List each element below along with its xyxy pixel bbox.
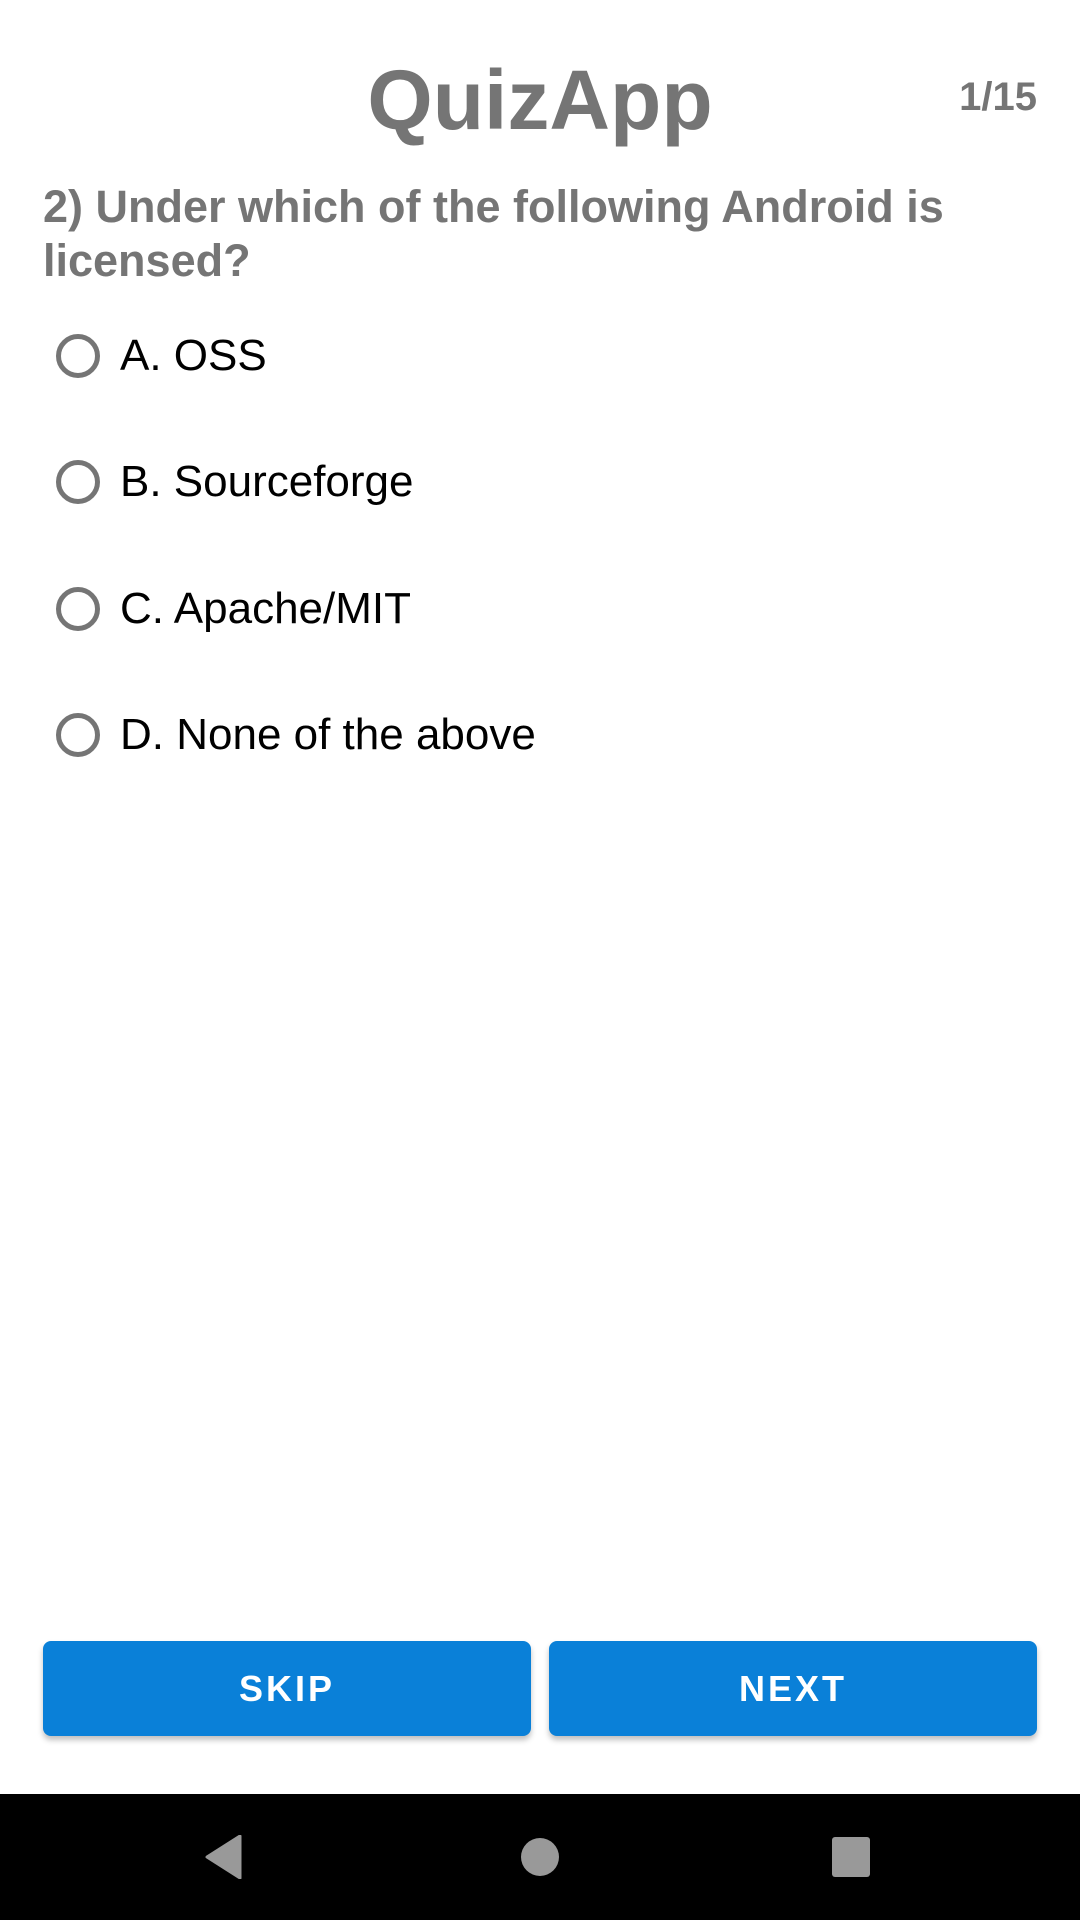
option-label: C. Apache/MIT <box>120 584 412 633</box>
recents-icon[interactable] <box>831 1835 871 1879</box>
app-title: QuizApp <box>367 53 713 147</box>
back-icon[interactable] <box>204 1835 244 1879</box>
option-a[interactable]: A. OSS <box>56 311 956 401</box>
skip-button[interactable]: SKIP <box>43 1641 531 1736</box>
home-icon[interactable] <box>520 1835 560 1879</box>
question-text: 2) Under which of the following Android … <box>43 181 944 286</box>
question-progress: 1/15 <box>959 75 1037 119</box>
next-button[interactable]: NEXT <box>549 1641 1037 1736</box>
navigation-bar <box>0 1794 1080 1920</box>
radio-button-icon[interactable] <box>56 587 100 631</box>
radio-button-icon[interactable] <box>56 460 100 504</box>
option-b[interactable]: B. Sourceforge <box>56 437 956 527</box>
option-label: B. Sourceforge <box>120 457 414 506</box>
option-label: A. OSS <box>120 331 267 380</box>
option-c[interactable]: C. Apache/MIT <box>56 564 956 654</box>
radio-button-icon[interactable] <box>56 713 100 757</box>
option-label: D. None of the above <box>120 710 536 759</box>
option-d[interactable]: D. None of the above <box>56 690 956 780</box>
radio-button-icon[interactable] <box>56 334 100 378</box>
